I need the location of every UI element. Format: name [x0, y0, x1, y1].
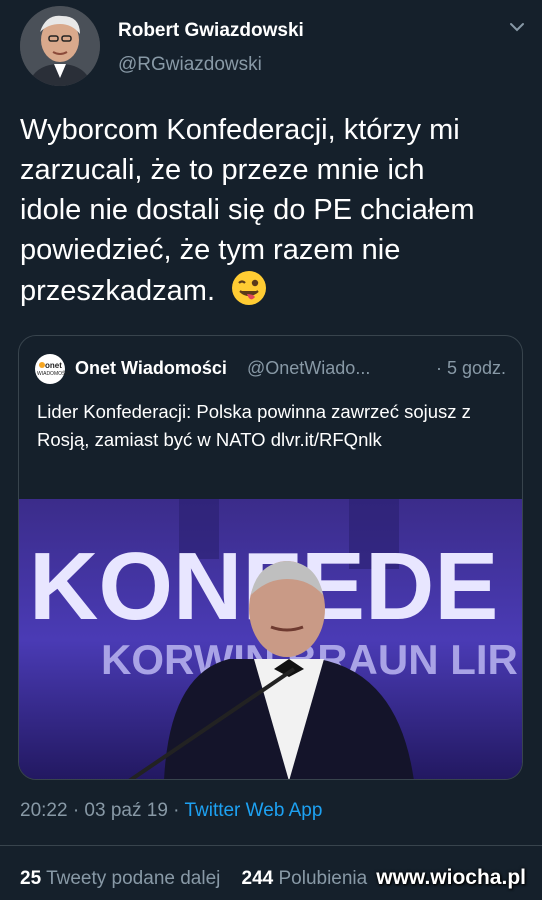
likes-label[interactable]: Polubienia — [278, 868, 367, 889]
source-app-link[interactable]: Twitter Web App — [184, 800, 322, 821]
likes-count[interactable]: 244 — [242, 868, 274, 889]
retweets-label[interactable]: Tweety podane dalej — [46, 868, 220, 889]
quoted-author-name[interactable]: Onet Wiadomości — [75, 358, 227, 379]
tweet-meta: 20:22 · 03 paź 19 · Twitter Web App — [20, 800, 322, 822]
winking-face-with-tongue-icon — [232, 271, 267, 305]
quoted-author-handle[interactable]: @OnetWiado... — [247, 358, 370, 379]
quoted-timestamp[interactable]: · 5 godz. — [436, 358, 506, 379]
onet-logo: onet WIADOMOŚCI — [35, 354, 70, 384]
quoted-tweet-image[interactable]: KONFEDE KORWIN BRAUN LIR — [19, 499, 523, 780]
watermark: www.wiocha.pl — [376, 866, 526, 889]
tweet-timestamp: 20:22 · 03 paź 19 · — [20, 800, 185, 821]
avatar-photo — [20, 6, 100, 86]
quoted-tweet[interactable]: onet WIADOMOŚCI Onet Wiadomości @OnetWia… — [18, 335, 523, 780]
author-handle[interactable]: @RGwiazdowski — [118, 54, 262, 76]
quoted-tweet-header: onet WIADOMOŚCI Onet Wiadomości @OnetWia… — [35, 354, 506, 384]
chevron-down-icon[interactable] — [506, 16, 528, 38]
tweet-stats: 25 Tweety podane dalej 244 Polubienia — [20, 868, 367, 890]
quoted-tweet-text: Lider Konfederacji: Polska powinna zawrz… — [37, 401, 471, 450]
author-name[interactable]: Robert Gwiazdowski — [118, 20, 304, 42]
tweet-header: Robert Gwiazdowski @RGwiazdowski — [20, 6, 528, 86]
retweets-count[interactable]: 25 — [20, 868, 41, 889]
avatar[interactable] — [20, 6, 100, 86]
tweet-text: Wyborcom Konfederacji, którzy mi zarzuca… — [20, 110, 490, 311]
divider — [0, 845, 542, 846]
